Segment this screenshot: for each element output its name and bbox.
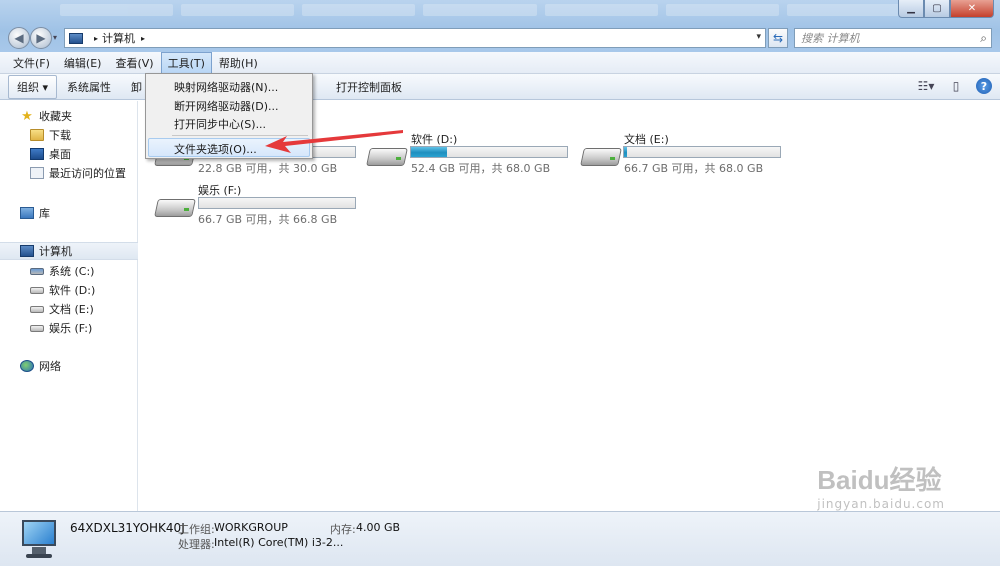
hard-drive-icon [154, 195, 196, 219]
cpu-label: 处理器: [178, 538, 215, 551]
control-panel-button[interactable]: 打开控制面板 [326, 75, 412, 99]
sidebar-item-label: 下载 [49, 129, 71, 142]
breadcrumb-computer[interactable]: 计算机 [102, 30, 135, 46]
background-taskbar [60, 0, 900, 22]
breadcrumb-separator[interactable]: ▸ [94, 34, 98, 43]
sidebar-item-label: 库 [39, 207, 50, 220]
sidebar-item-drive-d[interactable]: 软件 (D:) [30, 281, 168, 299]
memory-value: 4.00 GB [356, 521, 401, 534]
drive-usage-fill [624, 147, 628, 157]
sidebar-item-label: 系统 (C:) [49, 265, 95, 278]
refresh-button[interactable]: ⇆ [768, 28, 788, 48]
drive-icon [30, 286, 44, 294]
navigation-pane: ★ 收藏夹 下载 桌面 最近访问的位置 库 计算机 系统 (C:) 软件 (D:… [0, 101, 138, 511]
library-icon [20, 207, 34, 219]
window-controls: ▁ ▢ ✕ [898, 0, 994, 18]
drive-space-text: 66.7 GB 可用，共 66.8 GB [198, 213, 338, 226]
hard-drive-icon [580, 144, 622, 168]
drive-name: 软件 (D:) [411, 133, 458, 146]
sidebar-item-label: 桌面 [49, 148, 71, 161]
cpu-value: Intel(R) Core(TM) i3-2... [214, 536, 344, 549]
annotation-arrow-icon [265, 130, 403, 153]
drive-name: 文档 (E:) [624, 133, 669, 146]
computer-monitor-icon [20, 520, 58, 560]
recent-places-icon [30, 167, 44, 179]
search-icon[interactable]: ⌕ [980, 31, 987, 46]
drive-space-text: 22.8 GB 可用，共 30.0 GB [198, 162, 338, 175]
sidebar-item-drive-e[interactable]: 文档 (E:) [30, 300, 168, 318]
system-properties-button[interactable]: 系统属性 [57, 75, 121, 99]
sidebar-item-label: 计算机 [39, 245, 72, 258]
menu-item-disconnect-network-drive[interactable]: 断开网络驱动器(D)... [174, 98, 279, 114]
system-drive-icon [30, 267, 44, 275]
sidebar-item-recent[interactable]: 最近访问的位置 [30, 164, 168, 182]
star-icon: ★ [21, 108, 33, 124]
sidebar-item-computer[interactable]: 计算机 [0, 242, 138, 260]
sidebar-item-label: 文档 (E:) [49, 303, 94, 316]
close-button[interactable]: ✕ [950, 0, 994, 18]
sidebar-item-libraries[interactable]: 库 [20, 204, 158, 222]
address-bar[interactable]: ▸ 计算机 ▸ ▾ [64, 28, 766, 48]
history-dropdown-icon[interactable]: ▾ [53, 33, 57, 42]
drive-usage-bar [198, 197, 356, 209]
watermark-url: jingyan.baidu.com [817, 497, 945, 511]
computer-icon [69, 32, 83, 44]
sidebar-item-drive-f[interactable]: 娱乐 (F:) [30, 319, 168, 337]
drive-name: 娱乐 (F:) [198, 184, 242, 197]
watermark-logo-text: Baidu经验 [817, 465, 942, 495]
search-placeholder: 搜索 计算机 [801, 32, 860, 45]
drive-usage-fill [411, 147, 447, 157]
organize-button[interactable]: 组织 ▾ [8, 74, 58, 99]
workgroup-value: WORKGROUP [214, 521, 288, 534]
sidebar-item-drive-c[interactable]: 系统 (C:) [30, 262, 168, 280]
drive-usage-bar [623, 146, 781, 158]
drive-usage-bar [410, 146, 568, 158]
sidebar-item-label: 软件 (D:) [49, 284, 96, 297]
back-button[interactable]: ◀ [8, 27, 30, 49]
menu-bar: 文件(F) 编辑(E) 查看(V) 工具(T) 帮助(H) [0, 51, 1000, 74]
search-input[interactable]: 搜索 计算机 ⌕ [794, 28, 992, 48]
drive-space-text: 66.7 GB 可用，共 68.0 GB [624, 162, 764, 175]
minimize-button[interactable]: ▁ [898, 0, 924, 18]
preview-pane-icon[interactable]: ▯ [946, 78, 966, 94]
forward-arrow-icon: ▶ [36, 31, 46, 45]
drive-icon [30, 305, 44, 313]
menu-view[interactable]: 查看(V) [108, 52, 160, 74]
title-bar: ▁ ▢ ✕ ◀ ▶ ▾ ▸ 计算机 ▸ ▾ ⇆ 搜索 计算机 ⌕ [0, 0, 1000, 52]
workgroup-label: 工作组: [178, 523, 215, 536]
desktop-icon [30, 148, 44, 160]
forward-button[interactable]: ▶ [30, 27, 52, 49]
sidebar-item-label: 收藏夹 [39, 110, 72, 123]
change-view-icon[interactable]: ☷▾ [916, 78, 936, 94]
menu-tools[interactable]: 工具(T) [160, 51, 212, 74]
details-pane: 64XDXL31YOHK40J 工作组: WORKGROUP 内存: 4.00 … [0, 511, 1000, 566]
drive-icon [30, 324, 44, 332]
refresh-icon: ⇆ [772, 31, 784, 45]
back-arrow-icon: ◀ [14, 31, 24, 45]
drive-space-text: 52.4 GB 可用，共 68.0 GB [411, 162, 551, 175]
sidebar-item-label: 网络 [39, 360, 61, 373]
view-controls: ☷▾ ▯ ? [916, 78, 992, 94]
maximize-button[interactable]: ▢ [924, 0, 950, 18]
baidu-watermark: Baidu经验 jingyan.baidu.com [817, 460, 945, 511]
network-icon [20, 360, 34, 372]
sidebar-item-favorites[interactable]: ★ 收藏夹 [20, 107, 158, 125]
menu-item-folder-options[interactable]: 文件夹选项(O)... [174, 141, 257, 157]
help-icon[interactable]: ? [976, 78, 992, 94]
menu-help[interactable]: 帮助(H) [212, 52, 265, 74]
memory-label: 内存: [330, 523, 356, 536]
computer-name: 64XDXL31YOHK40J [70, 521, 185, 535]
breadcrumb-separator-2[interactable]: ▸ [141, 34, 145, 43]
sidebar-item-network[interactable]: 网络 [20, 357, 158, 375]
downloads-folder-icon [30, 129, 44, 141]
address-dropdown-icon[interactable]: ▾ [756, 32, 761, 42]
menu-item-sync-center[interactable]: 打开同步中心(S)... [174, 116, 266, 132]
computer-icon [20, 245, 34, 257]
sidebar-item-label: 最近访问的位置 [49, 167, 126, 180]
menu-edit[interactable]: 编辑(E) [57, 52, 109, 74]
menu-file[interactable]: 文件(F) [6, 52, 57, 74]
menu-item-map-network-drive[interactable]: 映射网络驱动器(N)... [174, 79, 278, 95]
sidebar-item-label: 娱乐 (F:) [49, 322, 93, 335]
